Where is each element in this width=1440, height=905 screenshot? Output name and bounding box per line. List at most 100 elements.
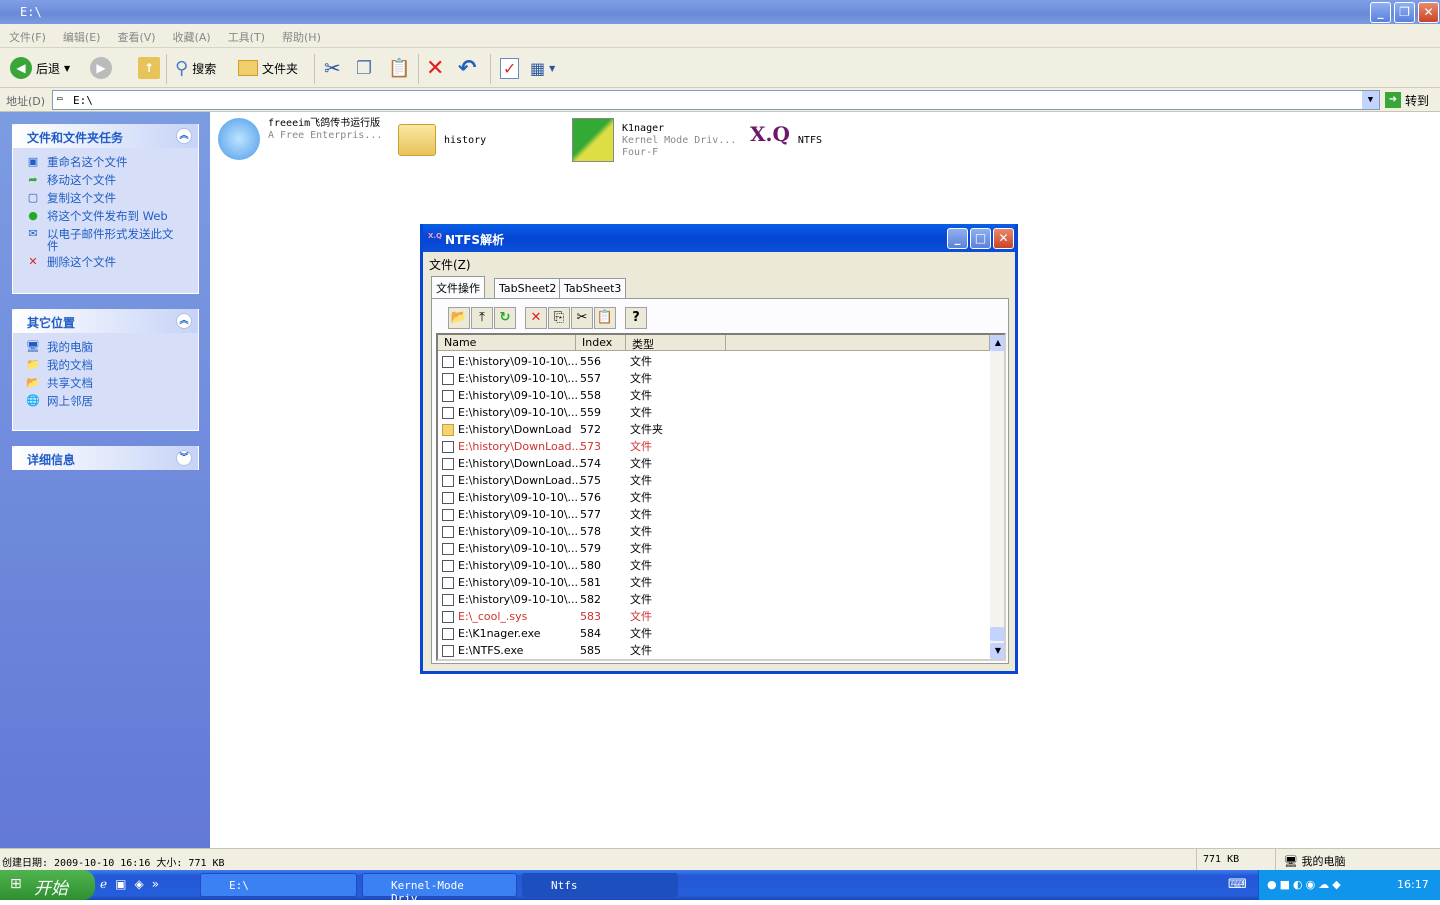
keyboard-icon[interactable]: ⌨ <box>1228 877 1247 892</box>
menu-view[interactable]: 查看(V) <box>108 24 163 45</box>
dialog-minimize-button[interactable]: _ <box>947 228 968 249</box>
row-name: E:\history\09-10-10\... <box>458 542 579 555</box>
refresh-button[interactable]: ↻ <box>494 307 516 329</box>
tab-sheet2[interactable]: TabSheet2 <box>494 278 562 298</box>
task-delete[interactable]: ✕ 删除这个文件 <box>13 254 198 272</box>
list-row[interactable]: E:\_cool_.sys 583 文件 <box>438 608 988 625</box>
list-row[interactable]: E:\history\09-10-10\... 582 文件 <box>438 591 988 608</box>
up-button[interactable]: ↑ <box>138 56 160 80</box>
list-row[interactable]: E:\history\09-10-10\... 576 文件 <box>438 489 988 506</box>
list-row[interactable]: E:\history\09-10-10\... 558 文件 <box>438 387 988 404</box>
place-my-computer[interactable]: 🖥 我的电脑 <box>13 339 198 357</box>
task-publish-web[interactable]: ● 将这个文件发布到 Web <box>13 208 198 226</box>
folder-history[interactable]: history <box>398 118 486 156</box>
list-row[interactable]: E:\history\09-10-10\... 580 文件 <box>438 557 988 574</box>
ie-icon[interactable]: ℯ <box>100 877 107 891</box>
properties-button[interactable]: ✓ <box>500 56 520 80</box>
views-button[interactable]: ▦ ▼ <box>530 56 555 80</box>
address-input[interactable]: ▭ E:\ ▼ <box>52 90 1380 110</box>
collapse-icon[interactable]: ︽ <box>176 128 192 144</box>
tray-icons[interactable]: ●■◐◉☁◆ <box>1267 878 1344 891</box>
address-dropdown-button[interactable]: ▼ <box>1362 91 1379 109</box>
cut-button[interactable]: ✂ <box>571 307 593 329</box>
list-row[interactable]: E:\history\DownLoad 572 文件夹 <box>438 421 988 438</box>
tab-sheet3[interactable]: TabSheet3 <box>559 278 627 298</box>
list-row[interactable]: E:\history\DownLoad... 575 文件 <box>438 472 988 489</box>
go-button[interactable]: ➜ 转到 <box>1385 92 1429 109</box>
place-shared-documents[interactable]: 📂 共享文档 <box>13 375 198 393</box>
list-row[interactable]: E:\history\09-10-10\... 557 文件 <box>438 370 988 387</box>
minimize-button[interactable]: _ <box>1370 2 1391 23</box>
task-rename[interactable]: ▣ 重命名这个文件 <box>13 154 198 172</box>
task-explorer[interactable]: E:\ <box>200 873 357 897</box>
menu-help[interactable]: 帮助(H) <box>273 24 329 45</box>
dialog-menu-file[interactable]: 文件(Z) <box>429 256 471 273</box>
list-row[interactable]: E:\history\09-10-10\... 577 文件 <box>438 506 988 523</box>
row-type: 文件 <box>630 372 652 385</box>
start-button[interactable]: ⊞ 开始 <box>0 870 95 900</box>
close-button[interactable]: ✕ <box>1418 2 1439 23</box>
dialog-close-button[interactable]: ✕ <box>993 228 1014 249</box>
column-name[interactable]: Name <box>438 335 576 351</box>
scroll-down-button[interactable]: ▼ <box>990 643 1004 659</box>
file-freeeim[interactable]: freeeim飞鸽传书运行版 A Free Enterpris... <box>218 118 388 160</box>
row-index: 557 <box>580 372 601 385</box>
menu-tools[interactable]: 工具(T) <box>219 24 273 45</box>
task-ntfs[interactable]: Ntfs <box>522 873 678 897</box>
file-tasks-header[interactable]: 文件和文件夹任务 ︽ <box>13 124 198 148</box>
scroll-thumb[interactable] <box>990 627 1004 641</box>
place-my-documents[interactable]: 📁 我的文档 <box>13 357 198 375</box>
restore-button[interactable]: ❐ <box>1394 2 1415 23</box>
tab-file-ops[interactable]: 文件操作 <box>431 276 485 298</box>
desktop-icon[interactable]: ◈ <box>134 877 143 891</box>
media-icon[interactable]: ▣ <box>115 877 126 891</box>
details-header[interactable]: 详细信息 ︾ <box>13 446 198 470</box>
paste-button[interactable]: 📋 <box>388 56 410 80</box>
task-kernel-driver[interactable]: Kernel-Mode Driv... <box>362 873 517 905</box>
cut-button[interactable]: ✂ <box>324 56 341 80</box>
dialog-maximize-button[interactable]: □ <box>970 228 991 249</box>
other-places-panel: 其它位置 ︽ 🖥 我的电脑 📁 我的文档 📂 共享文档 🌐 网上邻居 <box>12 309 199 431</box>
task-email[interactable]: ✉ 以电子邮件形式发送此文件 <box>13 226 198 254</box>
scroll-up-button[interactable]: ▲ <box>990 335 1004 351</box>
parent-folder-button[interactable]: ⤒ <box>471 307 493 329</box>
column-type[interactable]: 类型 <box>626 335 726 351</box>
search-button[interactable]: ⚲ 搜索 <box>175 56 216 80</box>
delete-button[interactable]: ✕ <box>426 56 444 81</box>
folders-button[interactable]: 文件夹 <box>238 56 298 80</box>
vertical-scrollbar[interactable]: ▲ ▼ <box>990 335 1004 659</box>
file-k1nager[interactable]: K1nager Kernel Mode Driv... Four-F <box>572 118 736 162</box>
undo-button[interactable]: ↶ <box>458 56 476 81</box>
list-row[interactable]: E:\history\09-10-10\... 579 文件 <box>438 540 988 557</box>
collapse-icon[interactable]: ︽ <box>176 313 192 329</box>
menu-file[interactable]: 文件(F) <box>0 24 54 45</box>
delete-button[interactable]: ✕ <box>525 307 547 329</box>
expand-icon[interactable]: ︾ <box>176 450 192 466</box>
list-row[interactable]: E:\history\09-10-10\... 556 文件 <box>438 353 988 370</box>
list-row[interactable]: E:\K1nager.exe 584 文件 <box>438 625 988 642</box>
other-places-header[interactable]: 其它位置 ︽ <box>13 309 198 333</box>
back-button[interactable]: ◀ 后退 ▼ <box>10 56 70 80</box>
list-row[interactable]: E:\history\09-10-10\... 559 文件 <box>438 404 988 421</box>
paste-button[interactable]: 📋 <box>594 307 616 329</box>
row-name: E:\history\09-10-10\... <box>458 508 579 521</box>
open-button[interactable]: 📂 <box>448 307 470 329</box>
copy-button[interactable]: ❐ <box>356 56 372 80</box>
list-row[interactable]: E:\history\09-10-10\... 581 文件 <box>438 574 988 591</box>
list-row[interactable]: E:\history\09-10-10\... 578 文件 <box>438 523 988 540</box>
copy-button[interactable]: ⎘ <box>548 307 570 329</box>
list-row[interactable]: E:\history\DownLoad... 573 文件 <box>438 438 988 455</box>
file-ntfs[interactable]: X.Q NTFS <box>750 118 822 147</box>
column-index[interactable]: Index <box>576 335 626 351</box>
menu-edit[interactable]: 编辑(E) <box>54 24 109 45</box>
menu-favorites[interactable]: 收藏(A) <box>164 24 219 45</box>
list-row[interactable]: E:\history\DownLoad... 574 文件 <box>438 455 988 472</box>
help-button[interactable]: ? <box>625 307 647 329</box>
place-network[interactable]: 🌐 网上邻居 <box>13 393 198 411</box>
drive-icon: ▭ <box>57 94 63 104</box>
forward-button[interactable]: ▶ <box>90 56 112 80</box>
task-move[interactable]: ➦ 移动这个文件 <box>13 172 198 190</box>
list-row[interactable]: E:\NTFS.exe 585 文件 <box>438 642 988 659</box>
file-list[interactable]: Name Index 类型 E:\history\09-10-10\... 556… <box>436 333 1006 661</box>
task-copy[interactable]: ▢ 复制这个文件 <box>13 190 198 208</box>
